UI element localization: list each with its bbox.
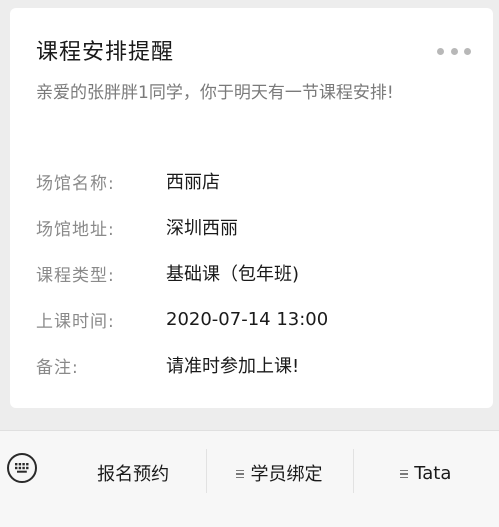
field-value: 基础课（包年班) <box>166 264 300 285</box>
menu-item-tata[interactable]: Tata <box>352 431 499 515</box>
fields-list: 场馆名称: 西丽店 场馆地址: 深圳西丽 课程类型: 基础课（包年班) 上课时间… <box>36 158 476 388</box>
field-value: 2020-07-14 13:00 <box>166 308 329 330</box>
menu-items: 报名预约 学员绑定 Tata <box>60 431 499 515</box>
field-row-course-type: 课程类型: 基础课（包年班) <box>36 250 476 296</box>
keyboard-icon[interactable] <box>7 453 37 483</box>
dot <box>450 47 458 55</box>
dot <box>464 47 471 55</box>
menu-item-label: 学员绑定 <box>250 464 323 485</box>
field-value: 西丽店 <box>166 172 220 193</box>
field-label: 场馆地址: <box>36 219 115 240</box>
dot <box>437 47 444 55</box>
submenu-lines-icon <box>400 468 409 480</box>
menu-item-signup-booking[interactable]: 报名预约 <box>60 431 206 515</box>
field-label: 备注: <box>36 357 79 378</box>
field-label: 课程类型: <box>36 265 115 286</box>
field-row-venue-address: 场馆地址: 深圳西丽 <box>36 204 476 250</box>
card-title: 课程安排提醒 <box>36 40 175 65</box>
field-row-venue-name: 场馆名称: 西丽店 <box>36 158 476 204</box>
submenu-lines-icon <box>236 468 245 480</box>
menu-item-label: Tata <box>414 462 452 484</box>
card-description: 亲爱的张胖胖1同学，你于明天有一节课程安排! <box>36 83 394 103</box>
field-label: 场馆名称: <box>36 173 115 194</box>
menu-item-student-binding[interactable]: 学员绑定 <box>206 431 352 515</box>
field-row-class-time: 上课时间: 2020-07-14 13:00 <box>36 296 476 342</box>
field-label: 上课时间: <box>36 311 115 332</box>
field-row-remarks: 备注: 请准时参加上课! <box>36 342 476 388</box>
keyboard-glyph <box>15 463 29 473</box>
bottom-menu-bar: 报名预约 学员绑定 Tata <box>0 430 499 527</box>
menu-item-label: 报名预约 <box>97 464 170 485</box>
message-card[interactable]: 课程安排提醒 亲爱的张胖胖1同学，你于明天有一节课程安排! 场馆名称: 西丽店 … <box>10 8 493 408</box>
more-dots-icon[interactable] <box>437 44 471 58</box>
field-value: 深圳西丽 <box>166 218 238 239</box>
field-value: 请准时参加上课! <box>166 356 300 377</box>
